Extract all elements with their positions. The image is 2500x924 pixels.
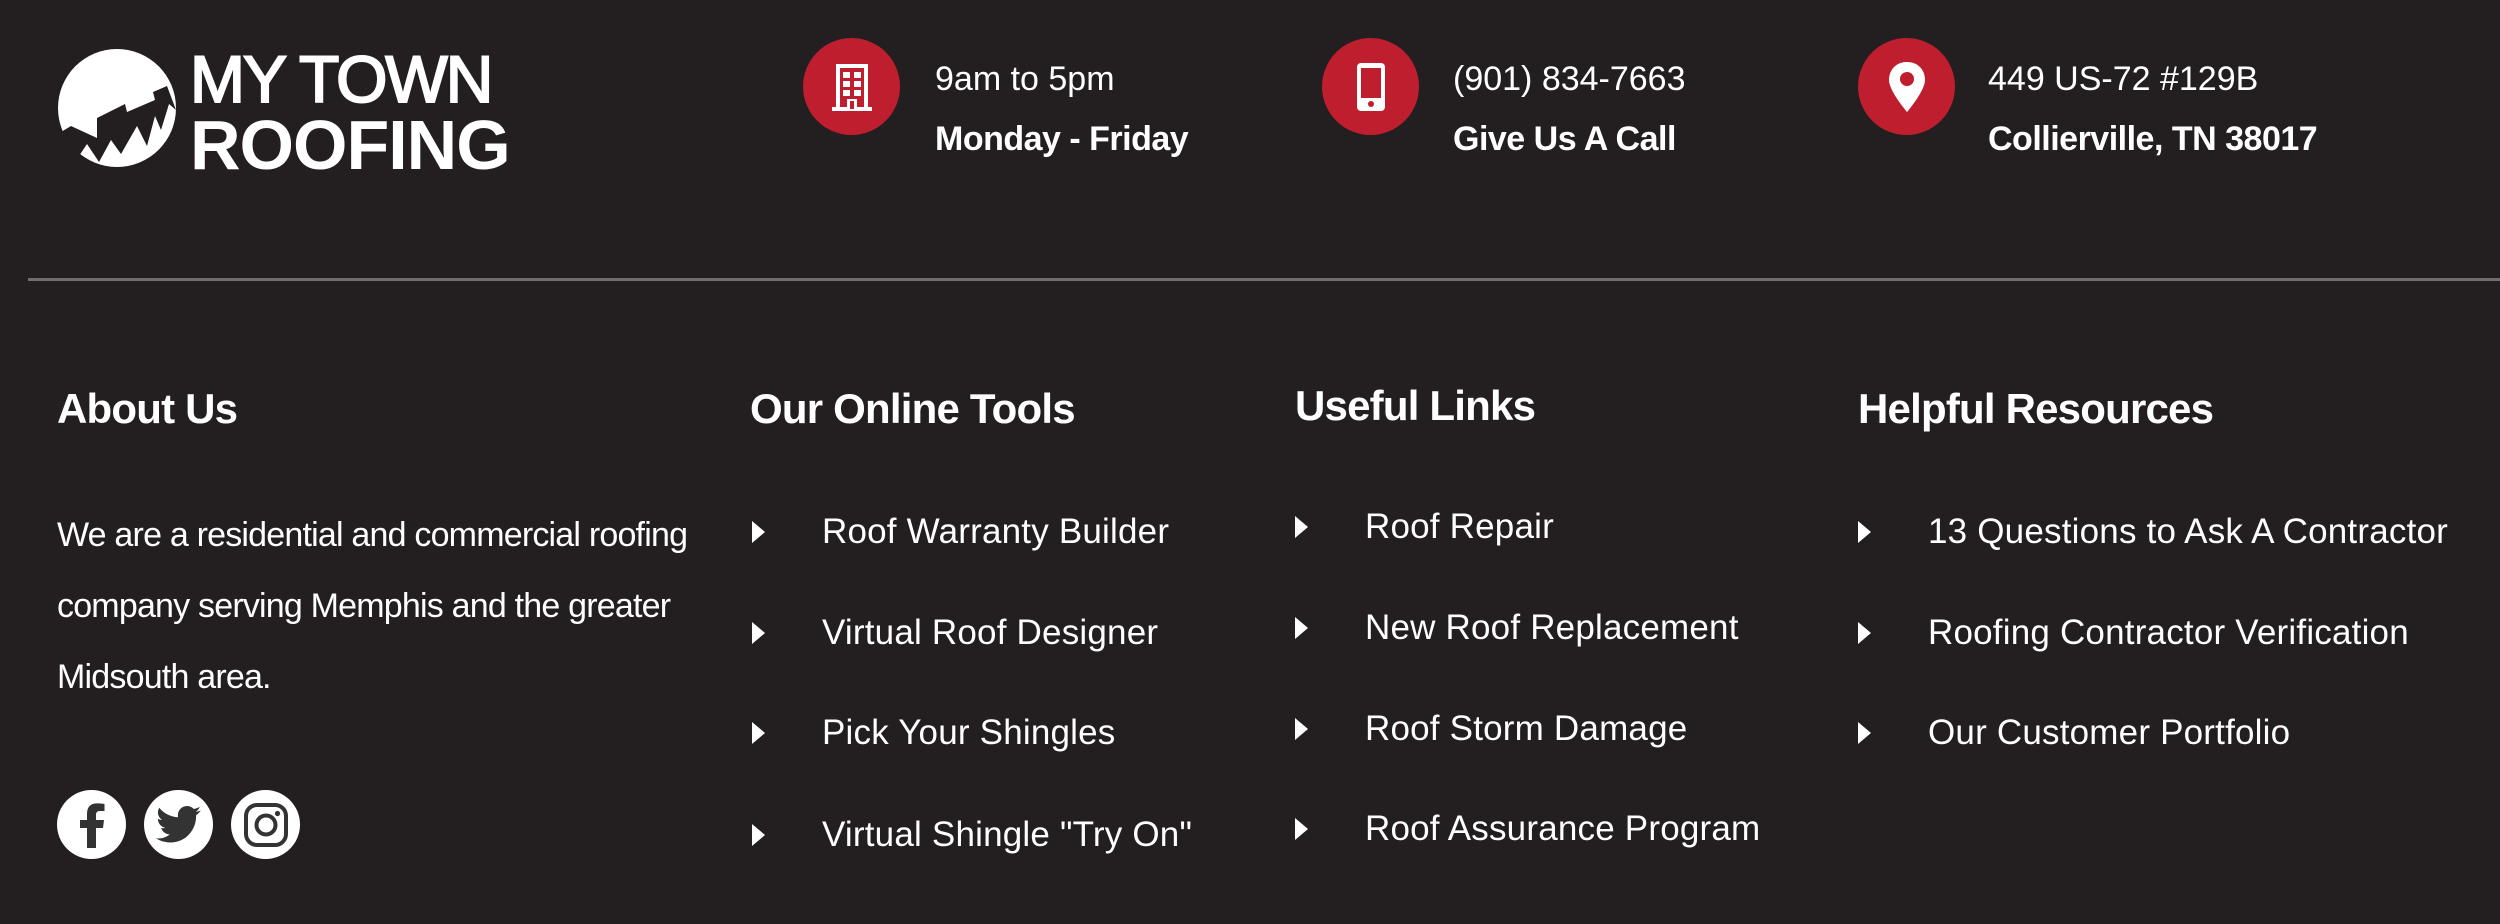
address-info: 449 US-72 #129B Collierville, TN 38017	[1858, 38, 2458, 158]
brand-name-line1: MY TOWN	[189, 42, 494, 116]
useful-link-item[interactable]: Roof Repair	[1295, 507, 1554, 547]
resources-link-item[interactable]: Our Customer Portfolio	[1858, 713, 2290, 753]
useful-link-item[interactable]: Roof Assurance Program	[1295, 809, 1760, 849]
useful-link[interactable]: Roof Assurance Program	[1365, 809, 1760, 849]
phone-info: (901) 834-7663 Give Us A Call	[1322, 38, 1802, 158]
resources-link-item[interactable]: 13 Questions to Ask A Contractor	[1858, 512, 2448, 552]
facebook-link[interactable]	[57, 790, 126, 859]
hours-info: 9am to 5pm Monday - Friday	[803, 38, 1283, 158]
resources-heading: Helpful Resources	[1858, 385, 2214, 432]
useful-link-item[interactable]: New Roof Replacement	[1295, 608, 1739, 648]
tools-link[interactable]: Roof Warranty Builder	[822, 512, 1169, 552]
social-links	[57, 790, 300, 859]
address-icon-circle	[1858, 38, 1955, 135]
about-text: We are a residential and commercial roof…	[57, 516, 688, 696]
caret-right-icon	[1295, 718, 1308, 740]
twitter-link[interactable]	[144, 790, 213, 859]
phone-caption: Give Us A Call	[1453, 120, 1676, 158]
phone-icon-circle	[1322, 38, 1419, 135]
tools-heading: Our Online Tools	[750, 385, 1076, 432]
resources-link[interactable]: 13 Questions to Ask A Contractor	[1928, 512, 2448, 552]
address-street: 449 US-72 #129B	[1988, 60, 2259, 98]
caret-right-icon	[1295, 818, 1308, 840]
hours-time: 9am to 5pm	[935, 60, 1115, 98]
about-heading: About Us	[57, 385, 238, 432]
phone-number-link[interactable]: (901) 834-7663	[1453, 60, 1686, 99]
caret-right-icon	[752, 622, 765, 644]
resources-link[interactable]: Our Customer Portfolio	[1928, 713, 2290, 753]
address-city: Collierville, TN 38017	[1988, 120, 2318, 158]
tools-link-item[interactable]: Pick Your Shingles	[752, 713, 1116, 753]
resources-link[interactable]: Roofing Contractor Verification	[1928, 613, 2409, 653]
caret-right-icon	[752, 521, 765, 543]
caret-right-icon	[1295, 617, 1308, 639]
tools-link[interactable]: Pick Your Shingles	[822, 713, 1116, 753]
brand-logo[interactable]: MY TOWN ROOFING	[57, 42, 557, 180]
mobile-phone-icon	[1356, 62, 1385, 111]
logo-mark-icon	[58, 49, 176, 167]
building-icon	[831, 63, 872, 111]
tools-link[interactable]: Virtual Roof Designer	[822, 613, 1158, 653]
useful-link[interactable]: New Roof Replacement	[1365, 608, 1739, 648]
useful-link[interactable]: Roof Repair	[1365, 507, 1554, 547]
tools-link-item[interactable]: Virtual Shingle "Try On"	[752, 815, 1192, 855]
instagram-icon	[243, 802, 288, 847]
tools-link-item[interactable]: Virtual Roof Designer	[752, 613, 1158, 653]
caret-right-icon	[752, 824, 765, 846]
tools-link-item[interactable]: Roof Warranty Builder	[752, 512, 1169, 552]
tools-link[interactable]: Virtual Shingle "Try On"	[822, 815, 1192, 855]
caret-right-icon	[1295, 516, 1308, 538]
hours-days: Monday - Friday	[935, 120, 1189, 158]
useful-link-item[interactable]: Roof Storm Damage	[1295, 709, 1687, 749]
useful-heading: Useful Links	[1295, 382, 1536, 429]
useful-link[interactable]: Roof Storm Damage	[1365, 709, 1687, 749]
caret-right-icon	[1858, 622, 1871, 644]
caret-right-icon	[752, 722, 765, 744]
twitter-icon	[155, 805, 201, 842]
caret-right-icon	[1858, 722, 1871, 744]
brand-name-line2: ROOFING	[190, 106, 511, 184]
caret-right-icon	[1858, 521, 1871, 543]
instagram-link[interactable]	[231, 790, 300, 859]
map-pin-icon	[1888, 61, 1925, 112]
header-divider	[28, 278, 2500, 281]
resources-link-item[interactable]: Roofing Contractor Verification	[1858, 613, 2409, 653]
facebook-icon	[79, 802, 104, 848]
hours-icon-circle	[803, 38, 900, 135]
